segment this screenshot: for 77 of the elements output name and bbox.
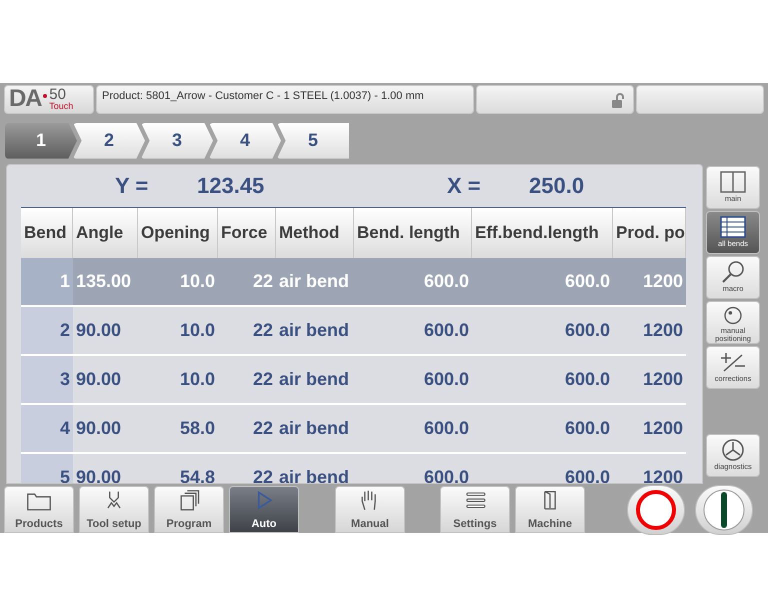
axis-label: X = bbox=[447, 172, 482, 200]
table-cell-text: 600.0 bbox=[422, 318, 470, 342]
step-tab[interactable]: 3 bbox=[141, 122, 213, 159]
table-cell-text: 10.0 bbox=[178, 318, 216, 342]
table-cell-text: 600.0 bbox=[564, 368, 611, 391]
table-cell-text: 22 bbox=[252, 368, 274, 391]
column-header: Opening bbox=[138, 208, 218, 258]
nav-button[interactable]: Auto bbox=[229, 486, 299, 533]
step-tab[interactable]: 4 bbox=[209, 122, 281, 159]
axis-value: 250.0 bbox=[529, 172, 584, 200]
column-header: Bend bbox=[21, 208, 73, 258]
table-cell-text: 90.00 bbox=[75, 318, 122, 342]
stop-ring-icon bbox=[635, 489, 677, 531]
nav-button[interactable]: Program bbox=[154, 486, 224, 533]
table-cell-text: air bend bbox=[278, 368, 350, 391]
table-cell-text: 600.0 bbox=[564, 416, 611, 440]
table-row[interactable]: 5 90.00 54.8 22 air bend 600.0 600.0 1200 bbox=[21, 454, 686, 483]
table-cell-text: 1200 bbox=[642, 416, 684, 440]
table-cell-text: air bend bbox=[278, 318, 350, 342]
table-cell-text: 1200 bbox=[642, 466, 684, 483]
table-cell: 1 bbox=[21, 258, 73, 305]
table-cell: 5 bbox=[21, 454, 73, 483]
table-cell-text: 1200 bbox=[642, 318, 684, 342]
column-header: Force bbox=[218, 208, 276, 258]
table-cell-text: 1200 bbox=[642, 270, 684, 293]
table-cell-text: 600.0 bbox=[564, 466, 611, 483]
table-row[interactable]: 3 90.00 10.0 22 air bend 600.0 600.0 1200 bbox=[21, 356, 686, 405]
table-cell-text: 22 bbox=[252, 318, 274, 342]
table-cell-text: 600.0 bbox=[422, 270, 470, 293]
table-cell-text: air bend bbox=[278, 270, 350, 293]
nav-button[interactable]: Manual bbox=[335, 486, 405, 533]
stop-button[interactable] bbox=[627, 485, 685, 535]
table-cell-text: 54.8 bbox=[178, 466, 216, 483]
table-cell-text: 600.0 bbox=[564, 318, 611, 342]
table-cell-text: 90.00 bbox=[75, 466, 122, 483]
table-cell-text: 10.0 bbox=[178, 368, 216, 391]
logo-edition: Touch bbox=[49, 102, 74, 112]
table-cell-text: 22 bbox=[252, 466, 274, 483]
table-cell-text: 22 bbox=[252, 416, 274, 440]
table-row[interactable]: 2 90.00 10.0 22 air bend 600.0 600.0 1200 bbox=[21, 306, 686, 356]
table-cell-text: 600.0 bbox=[564, 270, 611, 293]
table-cell-text: 90.00 bbox=[75, 368, 122, 391]
table-cell-text: 58.0 bbox=[178, 416, 216, 440]
nav-button[interactable]: Tool setup bbox=[79, 486, 149, 533]
table-cell: 4 bbox=[21, 404, 73, 452]
table-cell-text: 10.0 bbox=[178, 270, 216, 293]
step-tab[interactable]: 5 bbox=[277, 122, 349, 159]
product-field[interactable]: Product: 5801_Arrow - Customer C - 1 STEEL (1.0037) - 1.00 mm bbox=[96, 85, 474, 114]
table-cell-text: air bend bbox=[278, 416, 350, 440]
logo-brand: DA bbox=[9, 87, 42, 112]
column-header: Angle bbox=[73, 208, 138, 258]
nav-button[interactable]: Machine bbox=[515, 486, 585, 533]
axis-label: Y = bbox=[115, 172, 150, 200]
start-button[interactable] bbox=[695, 485, 753, 535]
table-cell-text: 90.00 bbox=[75, 416, 122, 440]
table-cell-text: 600.0 bbox=[422, 416, 470, 440]
table-cell-text: 1200 bbox=[642, 368, 684, 391]
column-header: Method bbox=[276, 208, 354, 258]
nav-button[interactable]: Products bbox=[4, 486, 74, 533]
table-cell: 3 bbox=[21, 356, 73, 403]
table-row[interactable]: 4 90.00 58.0 22 air bend 600.0 600.0 1200 bbox=[21, 404, 686, 454]
table-cell-text: 135.00 bbox=[75, 270, 132, 293]
table-cell-text: 22 bbox=[252, 270, 274, 293]
column-header: Bend. length bbox=[354, 208, 472, 258]
column-header: Prod. po bbox=[613, 208, 686, 258]
table-cell-text: 600.0 bbox=[422, 368, 470, 391]
step-tab[interactable]: 2 bbox=[73, 122, 145, 159]
lock-field[interactable] bbox=[476, 85, 634, 114]
nav-button[interactable]: Settings bbox=[440, 486, 510, 533]
table-cell-text: 600.0 bbox=[422, 466, 470, 483]
axis-value: 123.45 bbox=[197, 172, 266, 200]
logo-model: 50 bbox=[49, 87, 66, 102]
start-bar-icon bbox=[703, 487, 745, 533]
step-tab[interactable]: 1 bbox=[5, 122, 77, 159]
column-header: Eff.bend.length bbox=[472, 208, 613, 258]
table-cell: 2 bbox=[21, 306, 73, 354]
table-cell-text: air bend bbox=[278, 466, 350, 483]
